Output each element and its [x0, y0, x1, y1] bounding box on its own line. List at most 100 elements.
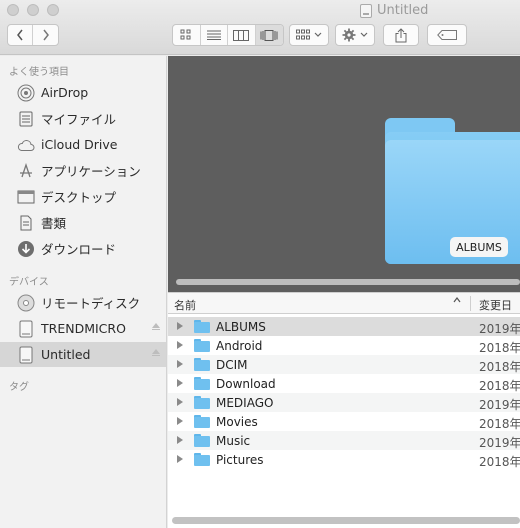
disclosure-triangle-icon[interactable]: [177, 341, 183, 349]
list-item[interactable]: Music 2019年8: [168, 431, 520, 450]
sidebar-item-airdrop[interactable]: AirDrop: [0, 80, 166, 105]
drive-icon: [360, 3, 372, 18]
cover-flow-scrollbar[interactable]: [176, 279, 520, 285]
cover-flow-preview: ALBUMS: [168, 56, 520, 292]
sidebar-item-label: マイファイル: [41, 112, 117, 127]
disclosure-triangle-icon[interactable]: [177, 398, 183, 406]
nav-buttons: [7, 24, 59, 46]
file-name: MEDIAGO: [216, 396, 274, 410]
remote-disc-icon: [17, 294, 35, 312]
sidebar-item-label: AirDrop: [41, 85, 89, 100]
folder-icon: [194, 415, 210, 428]
group-by-button[interactable]: [289, 24, 329, 46]
file-name: Music: [216, 434, 251, 448]
favorites-section-title: よく使う項目: [9, 67, 69, 78]
file-name: Android: [216, 339, 263, 353]
icon-view-button[interactable]: [173, 25, 201, 45]
file-date: 2018年1: [479, 455, 520, 469]
gear-icon: [342, 28, 356, 42]
eject-icon[interactable]: [152, 323, 160, 330]
disclosure-triangle-icon[interactable]: [177, 379, 183, 387]
desktop-icon: [17, 188, 35, 206]
list-view-button[interactable]: [201, 25, 228, 45]
disclosure-triangle-icon[interactable]: [177, 436, 183, 444]
column-view-button[interactable]: [228, 25, 256, 45]
sidebar-item-remote-disc[interactable]: リモートディスク: [0, 290, 166, 315]
sidebar-item-applications[interactable]: アプリケーション: [0, 158, 166, 183]
list-item[interactable]: MEDIAGO 2019年2: [168, 393, 520, 412]
list-item[interactable]: Movies 2018年1: [168, 412, 520, 431]
sidebar-item-label: Untitled: [41, 347, 91, 362]
edit-tags-button[interactable]: [427, 24, 467, 46]
share-icon: [395, 27, 407, 42]
folder-icon: [194, 396, 210, 409]
folder-icon: [194, 339, 210, 352]
close-window-button[interactable]: [7, 4, 19, 16]
minimize-window-button[interactable]: [27, 4, 39, 16]
group-grid-icon: [296, 29, 310, 40]
forward-button[interactable]: [33, 25, 58, 45]
sidebar-item-trendmicro[interactable]: TRENDMICRO: [0, 316, 166, 341]
view-mode-control: [172, 24, 284, 46]
sidebar-item-label: iCloud Drive: [41, 137, 118, 152]
list-lines-icon: [206, 30, 221, 40]
list-item[interactable]: Pictures 2018年1: [168, 450, 520, 469]
column-divider[interactable]: [470, 296, 471, 311]
list-item[interactable]: DCIM 2018年1: [168, 355, 520, 374]
window-title: Untitled: [360, 3, 428, 18]
action-menu-button[interactable]: [335, 24, 375, 46]
icon-grid-icon: [180, 29, 191, 40]
chevron-left-icon: [17, 29, 23, 41]
file-date: 2018年1: [479, 341, 520, 355]
file-name: Download: [216, 377, 276, 391]
drive-icon: [17, 320, 35, 338]
sidebar-item-label: アプリケーション: [41, 164, 141, 179]
file-date: 2019年2: [479, 398, 520, 412]
sidebar-item-label: 書類: [41, 216, 67, 231]
disclosure-triangle-icon[interactable]: [177, 322, 183, 330]
sidebar-item-desktop[interactable]: デスクトップ: [0, 184, 166, 209]
horizontal-scrollbar[interactable]: [172, 517, 520, 524]
disclosure-triangle-icon[interactable]: [177, 455, 183, 463]
cover-flow-view-button[interactable]: [255, 25, 283, 45]
folder-icon: [194, 320, 210, 333]
airdrop-icon: [17, 84, 35, 102]
zoom-window-button[interactable]: [47, 4, 59, 16]
file-date: 2018年1: [479, 379, 520, 393]
cover-flow-icon: [260, 29, 278, 41]
disclosure-triangle-icon[interactable]: [177, 417, 183, 425]
tag-icon: [437, 30, 457, 40]
file-date: 2019年8: [479, 322, 520, 336]
list-item[interactable]: Android 2018年1: [168, 336, 520, 355]
file-name: DCIM: [216, 358, 248, 372]
sidebar-item-my-files[interactable]: マイファイル: [0, 106, 166, 131]
folder-icon: [194, 358, 210, 371]
disclosure-triangle-icon[interactable]: [177, 360, 183, 368]
sidebar-item-documents[interactable]: 書類: [0, 210, 166, 235]
file-name: ALBUMS: [216, 320, 266, 334]
applications-icon: [17, 162, 35, 180]
sidebar-item-downloads[interactable]: ダウンロード: [0, 236, 166, 261]
column-header-name[interactable]: 名前: [174, 297, 196, 313]
sidebar-item-untitled[interactable]: Untitled: [0, 342, 166, 367]
list-header: 名前 変更日: [168, 292, 520, 314]
sidebar-item-icloud-drive[interactable]: iCloud Drive: [0, 132, 166, 157]
download-icon: [17, 240, 35, 258]
folder-icon: [194, 434, 210, 447]
sidebar-item-label: TRENDMICRO: [41, 321, 126, 336]
folder-icon: [194, 377, 210, 390]
sidebar-item-label: デスクトップ: [41, 190, 117, 205]
file-date: 2018年1: [479, 360, 520, 374]
share-button[interactable]: [383, 24, 419, 46]
column-header-date-modified[interactable]: 変更日: [479, 297, 512, 313]
eject-icon[interactable]: [152, 349, 160, 356]
list-item[interactable]: Download 2018年1: [168, 374, 520, 393]
chevron-right-icon: [42, 29, 49, 41]
chevron-down-icon: [360, 32, 368, 37]
devices-section-title: デバイス: [9, 277, 49, 288]
documents-icon: [17, 214, 35, 232]
list-item[interactable]: ALBUMS 2019年8: [168, 317, 520, 336]
back-button[interactable]: [8, 25, 33, 45]
sidebar: よく使う項目 AirDrop マイファイル iCloud Drive アプリケー…: [0, 56, 167, 528]
cloud-icon: [17, 136, 35, 154]
